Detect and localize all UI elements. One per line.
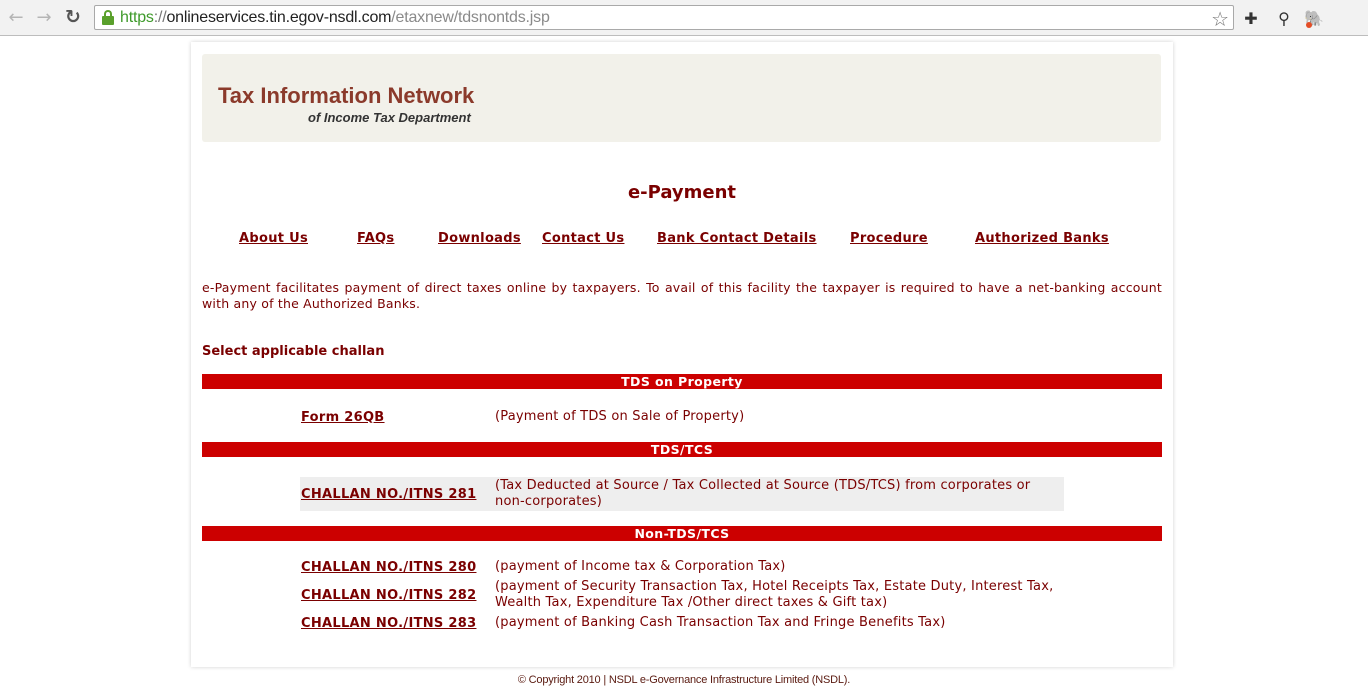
site-subtitle: of Income Tax Department xyxy=(308,110,471,125)
url-path: /etaxnew/tdsnontds.jsp xyxy=(391,8,550,26)
url-separator: :// xyxy=(153,8,167,26)
url-text[interactable]: https://onlineservices.tin.egov-nsdl.com… xyxy=(120,9,550,27)
challan-row: Form 26QB (Payment of TDS on Sale of Pro… xyxy=(300,408,1064,426)
address-bar[interactable]: https://onlineservices.tin.egov-nsdl.com… xyxy=(94,5,1234,31)
challan-281-link[interactable]: CHALLAN NO./ITNS 281 xyxy=(300,487,493,502)
challan-row: CHALLAN NO./ITNS 281 (Tax Deducted at So… xyxy=(300,477,1064,511)
challan-row: CHALLAN NO./ITNS 280 (payment of Income … xyxy=(300,558,1064,576)
nav-faqs[interactable]: FAQs xyxy=(357,231,394,246)
arrow-left-icon: ← xyxy=(8,6,24,28)
arrow-right-icon: → xyxy=(36,6,52,28)
challan-description: (Payment of TDS on Sale of Property) xyxy=(495,409,745,424)
browser-toolbar: ← → ↻ https://onlineservices.tin.egov-ns… xyxy=(0,0,1368,36)
challan-row: CHALLAN NO./ITNS 282 (payment of Securit… xyxy=(300,579,1064,611)
challan-description: (Tax Deducted at Source / Tax Collected … xyxy=(495,478,1031,509)
lamp-glyph: ⚲ xyxy=(1278,8,1290,28)
nav-procedure[interactable]: Procedure xyxy=(850,231,928,246)
reload-icon: ↻ xyxy=(65,6,81,28)
notification-dot xyxy=(1306,22,1312,28)
challan-description: (payment of Security Transaction Tax, Ho… xyxy=(495,579,1054,610)
site-title: Tax Information Network xyxy=(218,83,475,108)
intro-text: e-Payment facilitates payment of direct … xyxy=(202,280,1162,311)
nav-authorized-banks[interactable]: Authorized Banks xyxy=(975,231,1109,246)
puzzle-glyph: ✚ xyxy=(1244,8,1258,28)
challan-282-link[interactable]: CHALLAN NO./ITNS 282 xyxy=(300,588,493,603)
evernote-elephant-icon[interactable]: 🐘 xyxy=(1303,7,1325,29)
challan-description: (payment of Banking Cash Transaction Tax… xyxy=(495,615,946,630)
section-header-tds-tcs: TDS/TCS xyxy=(202,442,1162,457)
section-header-tds-on-property: TDS on Property xyxy=(202,374,1162,389)
back-button[interactable]: ← xyxy=(5,6,27,28)
challan-row: CHALLAN NO./ITNS 283 (payment of Banking… xyxy=(300,614,1064,632)
nav-bank-contact-details[interactable]: Bank Contact Details xyxy=(657,231,817,246)
forward-button[interactable]: → xyxy=(33,6,55,28)
site-banner: Tax Information Network of Income Tax De… xyxy=(202,54,1161,142)
extension-lamp-icon[interactable]: ⚲ xyxy=(1273,7,1295,29)
nav-downloads[interactable]: Downloads xyxy=(438,231,521,246)
lock-icon xyxy=(101,9,115,26)
reload-button[interactable]: ↻ xyxy=(62,6,84,28)
challan-280-link[interactable]: CHALLAN NO./ITNS 280 xyxy=(300,560,493,575)
nav-contact-us[interactable]: Contact Us xyxy=(542,231,624,246)
section-header-non-tds-tcs: Non-TDS/TCS xyxy=(202,526,1162,541)
copyright-footer: © Copyright 2010 | NSDL e-Governance Inf… xyxy=(517,674,851,686)
page-container: Tax Information Network of Income Tax De… xyxy=(191,42,1173,667)
form-26qb-link[interactable]: Form 26QB xyxy=(300,410,493,425)
page-title: e-Payment xyxy=(627,182,737,203)
url-host: onlineservices.tin.egov-nsdl.com xyxy=(166,8,392,26)
bookmark-star-icon[interactable]: ☆ xyxy=(1211,7,1229,31)
challan-283-link[interactable]: CHALLAN NO./ITNS 283 xyxy=(300,616,493,631)
select-challan-label: Select applicable challan xyxy=(202,344,385,359)
url-scheme: https xyxy=(120,8,154,26)
nav-about-us[interactable]: About Us xyxy=(239,231,308,246)
extension-puzzle-icon[interactable]: ✚ xyxy=(1240,7,1262,29)
challan-description: (payment of Income tax & Corporation Tax… xyxy=(495,559,786,574)
